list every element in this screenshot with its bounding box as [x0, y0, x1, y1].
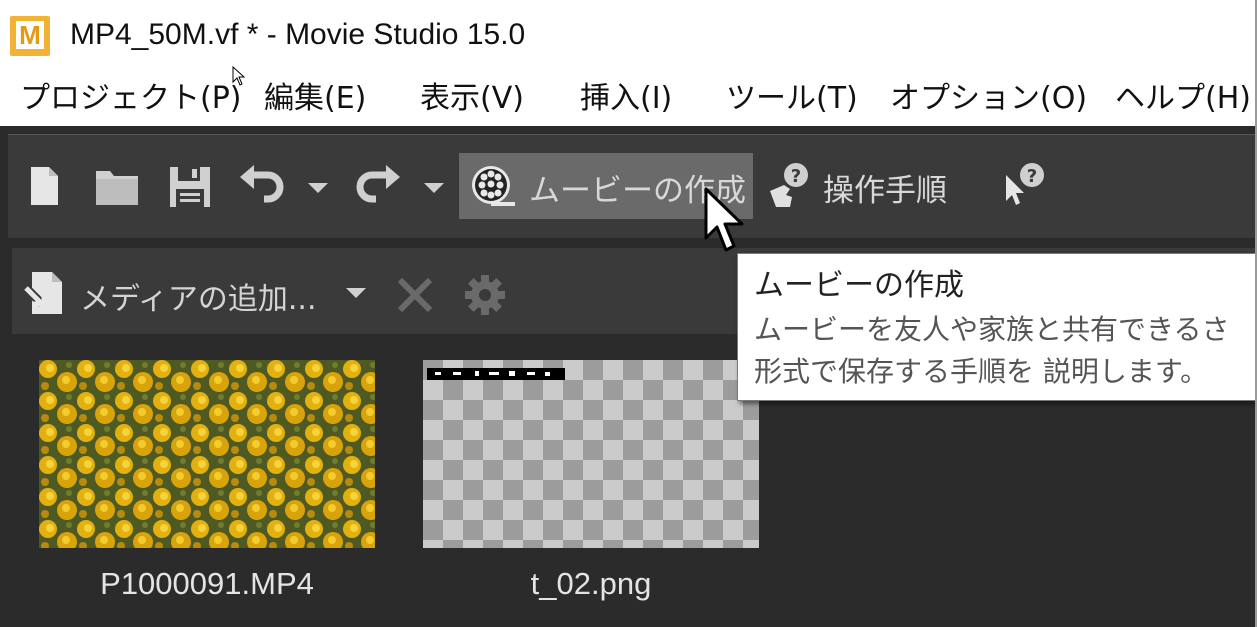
menu-help[interactable]: ヘルプ(H)	[1115, 78, 1251, 120]
new-file-icon[interactable]	[28, 165, 60, 207]
undo-dropdown-icon[interactable]	[306, 181, 330, 195]
window-title: MP4_50M.vf * - Movie Studio 15.0	[70, 18, 526, 51]
tooltip-line-1: ムービーを友人や家族と共有できるさ	[754, 313, 1230, 346]
menu-bar: プロジェクト(P) 編集(E) 表示(V) 挿入(I) ツール(T) オプション…	[0, 72, 1257, 126]
separator	[0, 126, 1257, 134]
tooltip: ムービーの作成 ムービーを友人や家族と共有できるさ 形式で保存する手順を 説明し…	[737, 253, 1257, 401]
mouse-pointer-small-icon	[232, 66, 246, 86]
undo-icon[interactable]	[238, 165, 286, 205]
transparent-checker-image	[423, 360, 759, 548]
save-icon[interactable]	[168, 165, 212, 209]
remove-icon[interactable]	[396, 276, 434, 314]
media-filename-video: P1000091.MP4	[100, 566, 314, 601]
media-filename-image: t_02.png	[530, 566, 652, 601]
guide-label[interactable]: 操作手順	[823, 165, 947, 210]
menu-project[interactable]: プロジェクト(P)	[20, 78, 242, 120]
dropdown-icon[interactable]	[344, 286, 368, 300]
menu-tools[interactable]: ツール(T)	[726, 78, 858, 120]
app-icon-letter: M	[16, 21, 44, 49]
tooltip-title: ムービーの作成	[754, 268, 964, 303]
media-thumbnail-image[interactable]	[423, 360, 759, 548]
svg-text:?: ?	[791, 166, 801, 187]
title-bar: M MP4_50M.vf * - Movie Studio 15.0	[0, 0, 1257, 72]
flowers-thumbnail-image	[39, 360, 375, 548]
menu-view[interactable]: 表示(V)	[420, 78, 524, 120]
tooltip-line-2: 形式で保存する手順を 説明します。	[754, 355, 1209, 388]
guide-hand-icon[interactable]: ?	[764, 161, 812, 209]
main-toolbar: ムービーの作成 ? 操作手順 ?	[8, 134, 1257, 239]
redo-dropdown-icon[interactable]	[422, 181, 446, 195]
film-reel-icon	[472, 166, 515, 206]
mouse-pointer-icon	[704, 187, 744, 252]
add-media-icon[interactable]	[22, 270, 68, 316]
app-icon[interactable]: M	[10, 16, 50, 56]
redo-icon[interactable]	[354, 165, 402, 205]
menu-edit[interactable]: 編集(E)	[264, 78, 366, 120]
media-thumbnail-video[interactable]	[39, 360, 375, 548]
menu-options[interactable]: オプション(O)	[890, 78, 1087, 120]
settings-gear-icon[interactable]	[464, 274, 506, 316]
context-help-icon[interactable]: ?	[1002, 161, 1046, 207]
menu-insert[interactable]: 挿入(I)	[580, 78, 672, 120]
open-folder-icon[interactable]	[94, 165, 140, 207]
svg-text:?: ?	[1027, 166, 1037, 187]
panel-gap	[0, 238, 1257, 248]
add-media-label[interactable]: メディアの追加...	[80, 274, 317, 318]
